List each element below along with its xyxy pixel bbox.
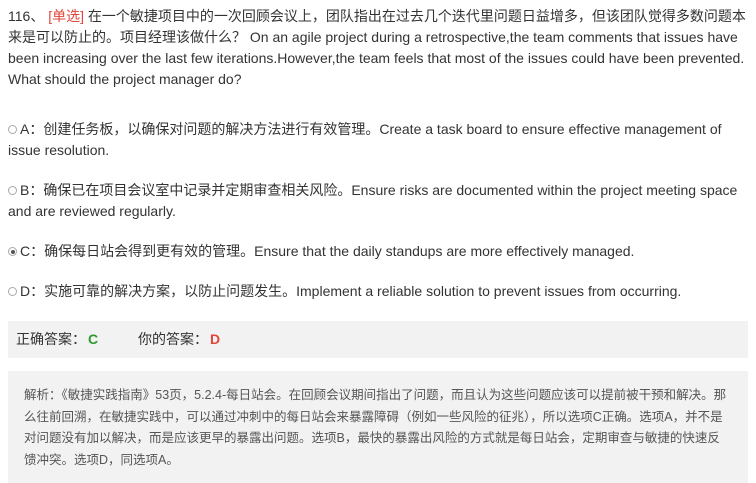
radio-option-b[interactable]: [8, 186, 17, 195]
radio-option-c[interactable]: [8, 247, 17, 256]
question-block: 116、 [单选] 在一个敏捷项目中的一次回顾会议上，团队指出在过去几个迭代里问…: [8, 6, 750, 90]
correct-answer-label: 正确答案：: [16, 331, 86, 347]
option-d[interactable]: D：实施可靠的解决方案，以防止问题发生。Implement a reliable…: [8, 281, 750, 302]
option-c-text: 确保每日站会得到更有效的管理。Ensure that the daily sta…: [44, 243, 635, 259]
your-answer-label: 你的答案：: [138, 331, 208, 347]
your-answer-value: D: [210, 331, 221, 347]
option-a[interactable]: A：创建任务板，以确保对问题的解决方法进行有效管理。Create a task …: [8, 119, 750, 161]
explanation-panel: 解析：《敏捷实践指南》53页，5.2.4-每日站会。在回顾会议期间指出了问题，而…: [8, 371, 748, 483]
option-b-label: B：: [20, 182, 44, 198]
option-a-text: 创建任务板，以确保对问题的解决方法进行有效管理。Create a task bo…: [8, 121, 722, 158]
question-text: 在一个敏捷项目中的一次回顾会议上，团队指出在过去几个迭代里问题日益增多，但该团队…: [8, 8, 746, 87]
option-a-label: A：: [20, 121, 44, 137]
question-number: 116、: [8, 8, 45, 24]
explanation-text: 解析：《敏捷实践指南》53页，5.2.4-每日站会。在回顾会议期间指出了问题，而…: [24, 388, 727, 467]
radio-option-a[interactable]: [8, 125, 17, 134]
correct-answer-value: C: [88, 331, 99, 347]
radio-option-d[interactable]: [8, 287, 17, 296]
answer-bar: 正确答案： C 你的答案： D: [8, 321, 748, 358]
option-b[interactable]: B：确保已在项目会议室中记录并定期审查相关风险。Ensure risks are…: [8, 180, 750, 222]
option-d-label: D：: [20, 283, 45, 299]
question-type-badge: [单选]: [48, 8, 84, 24]
option-c-label: C：: [20, 243, 45, 259]
option-d-text: 实施可靠的解决方案，以防止问题发生。Implement a reliable s…: [44, 283, 682, 299]
option-b-text: 确保已在项目会议室中记录并定期审查相关风险。Ensure risks are d…: [8, 182, 738, 219]
option-c[interactable]: C：确保每日站会得到更有效的管理。Ensure that the daily s…: [8, 241, 750, 262]
